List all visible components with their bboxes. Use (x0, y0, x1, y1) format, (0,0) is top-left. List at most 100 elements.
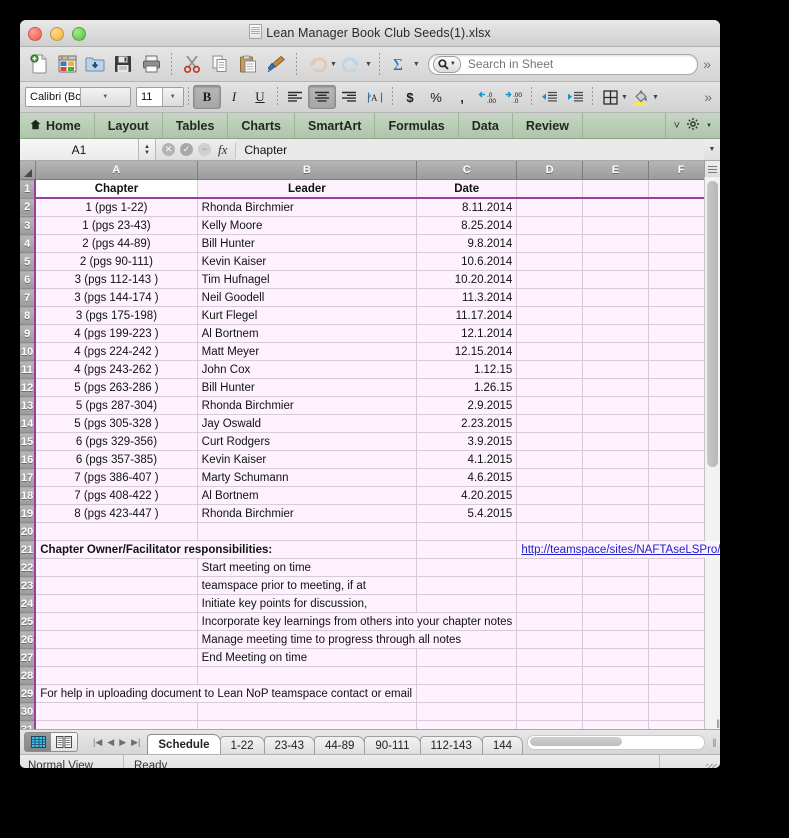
cell-b6[interactable]: Tim Hufnagel (197, 270, 418, 289)
search-in-sheet-box[interactable]: ▼ (427, 53, 699, 75)
cell-b2[interactable]: Rhonda Birchmier (197, 198, 418, 217)
new-from-template-icon[interactable] (54, 51, 80, 77)
cell-c5[interactable]: 10.6.2014 (416, 252, 518, 271)
tab-tables[interactable]: Tables (163, 113, 229, 138)
cell-c10[interactable]: 12.15.2014 (416, 342, 518, 361)
cell-d11[interactable] (516, 360, 583, 379)
cell-e4[interactable] (582, 234, 650, 253)
name-box[interactable]: A1 (20, 139, 139, 160)
cell-b24[interactable]: Initiate key points for discussion, (197, 594, 418, 613)
tab-home[interactable]: Home (20, 113, 95, 138)
cell-b7[interactable]: Neil Goodell (197, 288, 418, 307)
row-header-18[interactable]: 18 (20, 486, 36, 505)
cell-c16[interactable]: 4.1.2015 (416, 450, 518, 469)
column-header-b[interactable]: B (197, 161, 418, 180)
cell-b15[interactable]: Curt Rodgers (197, 432, 418, 451)
prev-sheet-icon[interactable]: ◀ (107, 737, 114, 748)
cell-d14[interactable] (516, 414, 583, 433)
tab-data[interactable]: Data (459, 113, 513, 138)
sheet-tab-23-43[interactable]: 23-43 (263, 736, 315, 754)
ribbon-settings-gear-icon[interactable] (687, 118, 700, 133)
cell-d27[interactable] (516, 648, 583, 667)
cell-c28[interactable] (416, 666, 518, 685)
ribbon-collapse-icon[interactable]: ˅ (674, 120, 680, 132)
cell-d6[interactable] (516, 270, 583, 289)
cell-a2[interactable]: 1 (pgs 1-22) (34, 198, 198, 217)
cell-a3[interactable]: 1 (pgs 23-43) (34, 216, 198, 235)
underline-button[interactable]: U (247, 86, 273, 108)
cell-e2[interactable] (582, 198, 650, 217)
fill-color-button[interactable] (628, 86, 654, 108)
row-header-26[interactable]: 26 (20, 630, 36, 649)
new-document-icon[interactable] (26, 51, 52, 77)
cell-c9[interactable]: 12.1.2014 (416, 324, 518, 343)
cell-b22[interactable]: Start meeting on time (197, 558, 418, 577)
cell-c31[interactable] (416, 720, 518, 729)
save-icon[interactable] (110, 51, 136, 77)
normal-view-button[interactable] (25, 733, 51, 751)
cell-b31[interactable] (197, 720, 418, 729)
cell-c4[interactable]: 9.8.2014 (416, 234, 518, 253)
cell-e6[interactable] (582, 270, 650, 289)
redo-dropdown-caret[interactable]: ▼ (365, 61, 372, 68)
cell-a9[interactable]: 4 (pgs 199-223 ) (34, 324, 198, 343)
cell-c11[interactable]: 1.12.15 (416, 360, 518, 379)
cell-e13[interactable] (582, 396, 650, 415)
cell-b5[interactable]: Kevin Kaiser (197, 252, 418, 271)
cell-a28[interactable] (34, 666, 198, 685)
font-size-combo[interactable]: 11 ▼ (136, 87, 184, 107)
tab-layout[interactable]: Layout (95, 113, 163, 138)
undo-icon[interactable] (304, 51, 330, 77)
tab-review[interactable]: Review (513, 113, 583, 138)
cell-d28[interactable] (516, 666, 583, 685)
row-header-10[interactable]: 10 (20, 342, 36, 361)
redo-icon[interactable] (339, 51, 365, 77)
tab-smartart[interactable]: SmartArt (295, 113, 376, 138)
column-header-e[interactable]: E (582, 161, 650, 180)
decrease-indent-button[interactable] (536, 86, 562, 108)
tab-formulas[interactable]: Formulas (375, 113, 459, 138)
open-folder-icon[interactable] (82, 51, 108, 77)
cell-d31[interactable] (516, 720, 583, 729)
cell-c1[interactable]: Date (416, 179, 518, 199)
ribbon-gear-caret-icon[interactable]: ▼ (706, 123, 712, 129)
cell-b28[interactable] (197, 666, 418, 685)
page-layout-view-button[interactable] (51, 733, 77, 751)
undo-dropdown-caret[interactable]: ▼ (330, 61, 337, 68)
cell-d26[interactable] (516, 630, 583, 649)
cell-b9[interactable]: Al Bortnem (197, 324, 418, 343)
spreadsheet-grid[interactable]: ABCDEFG1ChapterLeaderDate21 (pgs 1-22)Rh… (20, 161, 720, 729)
align-center-button[interactable] (308, 85, 336, 109)
row-header-17[interactable]: 17 (20, 468, 36, 487)
row-header-30[interactable]: 30 (20, 702, 36, 721)
cell-d8[interactable] (516, 306, 583, 325)
autosum-dropdown-caret[interactable]: ▼ (413, 61, 420, 68)
cell-d20[interactable] (516, 522, 583, 541)
format-painter-icon[interactable] (263, 51, 289, 77)
cell-c19[interactable]: 5.4.2015 (416, 504, 518, 523)
cell-e26[interactable] (582, 630, 650, 649)
tab-charts[interactable]: Charts (228, 113, 295, 138)
cell-d1[interactable] (516, 179, 583, 199)
cell-c14[interactable]: 2.23.2015 (416, 414, 518, 433)
cell-a24[interactable] (34, 594, 198, 613)
cell-e10[interactable] (582, 342, 650, 361)
cell-e11[interactable] (582, 360, 650, 379)
name-box-stepper-icon[interactable]: ▲ ▼ (139, 139, 156, 160)
row-header-24[interactable]: 24 (20, 594, 36, 613)
cell-a22[interactable] (34, 558, 198, 577)
function-icon[interactable]: fx (216, 142, 229, 158)
row-header-21[interactable]: 21 (20, 540, 36, 559)
print-icon[interactable] (138, 51, 164, 77)
cell-a21[interactable]: Chapter Owner/Facilitator responsibiliti… (34, 540, 418, 559)
row-header-1[interactable]: 1 (20, 179, 36, 199)
bold-button[interactable]: B (193, 85, 221, 109)
cell-e27[interactable] (582, 648, 650, 667)
column-header-a[interactable]: A (35, 161, 198, 180)
fill-color-dropdown-caret[interactable]: ▼ (652, 94, 659, 101)
row-header-20[interactable]: 20 (20, 522, 36, 541)
cell-c24[interactable] (416, 594, 518, 613)
cell-b30[interactable] (197, 702, 418, 721)
cell-e14[interactable] (582, 414, 650, 433)
row-header-15[interactable]: 15 (20, 432, 36, 451)
